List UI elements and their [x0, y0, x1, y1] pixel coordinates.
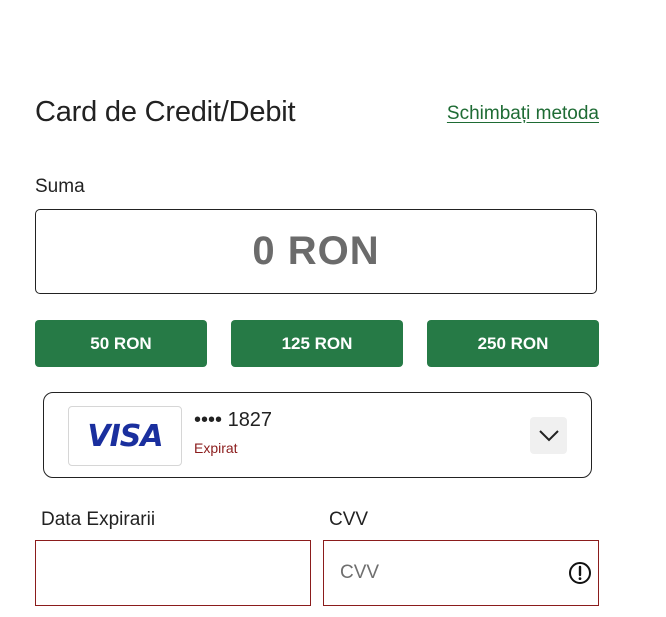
visa-logo-text: VISA — [87, 418, 163, 454]
amount-input[interactable]: 0 RON — [35, 209, 597, 294]
saved-card-dropdown[interactable]: VISA •••• 1827 Expirat — [43, 392, 592, 478]
expiry-label: Data Expirarii — [41, 509, 156, 530]
quick-amount-50-button[interactable]: 50 RON — [35, 320, 207, 367]
card-status-badge: Expirat — [194, 440, 238, 456]
quick-amount-125-button[interactable]: 125 RON — [231, 320, 403, 367]
visa-logo: VISA — [68, 406, 182, 466]
amount-value: 0 RON — [252, 229, 380, 273]
quick-amount-250-button[interactable]: 250 RON — [427, 320, 599, 367]
change-method-link[interactable]: Schimbați metoda — [447, 103, 599, 125]
quick-amount-buttons: 50 RON 125 RON 250 RON — [35, 320, 599, 367]
cvv-label: CVV — [329, 509, 369, 530]
cvv-placeholder: CVV — [340, 562, 380, 583]
page-title: Card de Credit/Debit — [35, 96, 296, 128]
card-number: •••• 1827 — [194, 409, 273, 431]
chevron-down-icon[interactable] — [530, 417, 567, 454]
amount-label: Suma — [35, 176, 85, 197]
expiry-date-input[interactable] — [35, 540, 311, 606]
cvv-input[interactable]: CVV — [323, 540, 599, 606]
warning-icon — [569, 562, 591, 584]
